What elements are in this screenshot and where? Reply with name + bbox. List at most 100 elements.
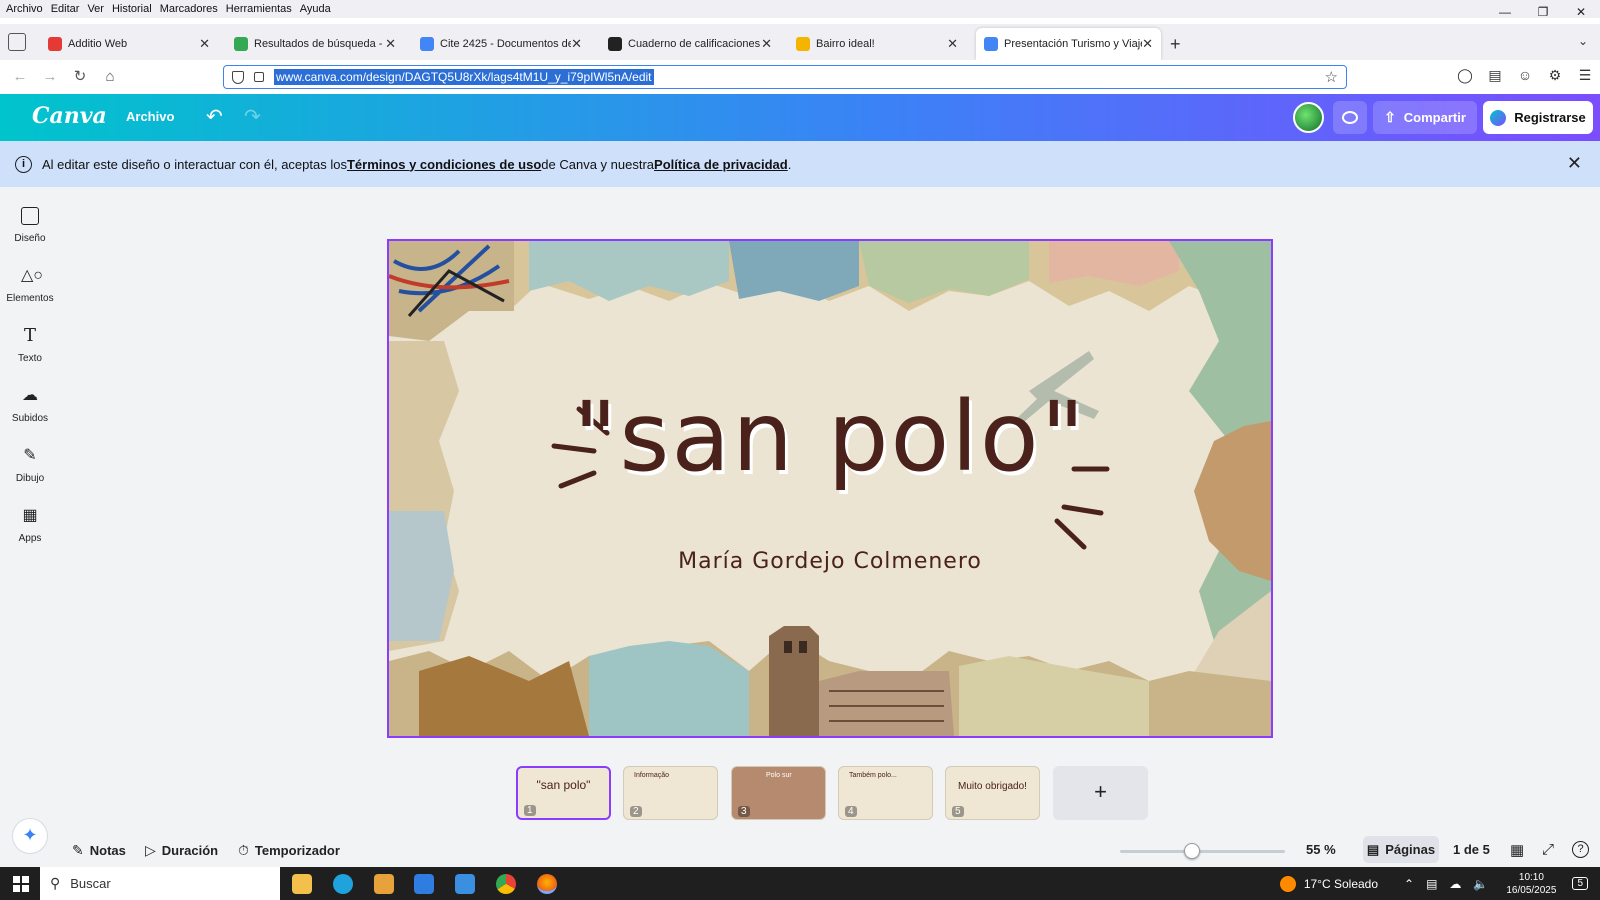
tab-gradebook[interactable]: Cuaderno de calificaciones de 2 ✕ (600, 28, 780, 60)
add-page-button[interactable]: + (1053, 766, 1148, 820)
menu-archivo[interactable]: Archivo (6, 3, 43, 15)
page-thumbnail-1[interactable]: "san polo" 1 (516, 766, 611, 820)
speaker-icon[interactable]: 🔈 (1473, 877, 1488, 891)
page-thumbnail-4[interactable]: Também polo... 4 (838, 766, 933, 820)
page-thumbnail-2[interactable]: Informação 2 (623, 766, 718, 820)
slide-title[interactable]: "san polo" (389, 381, 1271, 493)
bookmark-star-icon[interactable]: ☆ (1325, 68, 1338, 86)
home-icon[interactable]: ⌂ (100, 67, 120, 87)
fullscreen-icon[interactable]: ⤢ (1542, 841, 1554, 858)
chrome-icon[interactable] (496, 874, 516, 894)
back-icon[interactable]: ← (10, 67, 30, 87)
share-button[interactable]: ⇧ Compartir (1373, 101, 1477, 134)
zoom-slider-handle[interactable] (1184, 843, 1200, 859)
magic-sparkle-icon[interactable]: ✦ (12, 818, 48, 854)
chevron-up-icon[interactable]: ⌃ (1404, 877, 1414, 891)
close-tab-icon[interactable]: ✕ (199, 36, 210, 52)
close-tab-icon[interactable]: ✕ (385, 36, 396, 52)
menu-ayuda[interactable]: Ayuda (300, 3, 331, 15)
tab-google-search[interactable]: Resultados de búsqueda - Goo ✕ (226, 28, 404, 60)
close-window-icon[interactable]: ✕ (1562, 0, 1600, 24)
account-icon[interactable]: ☺ (1510, 67, 1540, 84)
comments-button[interactable] (1333, 101, 1367, 134)
share-upload-icon: ⇧ (1384, 109, 1396, 125)
banner-text: Al editar este diseño o interactuar con … (42, 156, 347, 172)
edge-icon[interactable] (333, 874, 353, 894)
privacy-link[interactable]: Política de privacidad (654, 157, 788, 172)
weather-text[interactable]: 17°C Soleado (1304, 877, 1378, 891)
duration-button[interactable]: ▷ Duración (145, 842, 218, 859)
zoom-slider[interactable] (1120, 850, 1285, 853)
firefox-icon[interactable] (537, 874, 557, 894)
tab-canva-presentation[interactable]: Presentación Turismo y Viajes S ✕ (976, 28, 1161, 60)
close-tab-icon[interactable]: ✕ (761, 36, 772, 52)
tab-additio[interactable]: Additio Web ✕ (40, 28, 218, 60)
share-label: Compartir (1403, 110, 1466, 125)
terms-link[interactable]: Términos y condiciones de uso (347, 157, 541, 172)
sidenav-item-uploads[interactable]: ☁ Subidos (0, 387, 60, 424)
close-tab-icon[interactable]: ✕ (571, 36, 582, 52)
windows-start-icon[interactable] (13, 876, 29, 892)
new-tab-icon[interactable]: + (1170, 34, 1181, 55)
pages-button[interactable]: ▤ Páginas (1363, 836, 1439, 863)
notifications-icon[interactable]: 5 (1572, 877, 1588, 890)
close-banner-icon[interactable]: ✕ (1567, 153, 1582, 174)
menu-historial[interactable]: Historial (112, 3, 152, 15)
extensions-icon[interactable]: ⚙ (1540, 67, 1570, 84)
timer-button[interactable]: ⏱ Temporizador (238, 842, 340, 859)
close-tab-icon[interactable]: ✕ (947, 36, 958, 52)
slide-subtitle[interactable]: María Gordejo Colmenero (389, 549, 1271, 574)
sidenav-item-design[interactable]: Diseño (0, 207, 60, 244)
menu-editar[interactable]: Editar (51, 3, 80, 15)
sidenav-item-text[interactable]: T Texto (0, 327, 60, 365)
reader-view-icon[interactable]: ▤ (1480, 67, 1510, 84)
register-label: Registrarse (1514, 110, 1586, 125)
tab-google-docs[interactable]: Cite 2425 - Documentos de Go ✕ (412, 28, 590, 60)
lock-icon[interactable] (254, 72, 264, 82)
store-icon[interactable] (414, 874, 434, 894)
page-thumbnail-5[interactable]: Muito obrigado! 5 (945, 766, 1040, 820)
menu-marcadores[interactable]: Marcadores (160, 3, 218, 15)
page-counter: 1 de 5 (1453, 842, 1490, 857)
search-icon: ⚲ (50, 875, 61, 891)
register-button[interactable]: Registrarse (1483, 101, 1593, 134)
notes-button[interactable]: ✎ Notas (72, 842, 126, 859)
chevron-down-icon[interactable]: ⌄ (1578, 34, 1588, 48)
taskbar-search[interactable]: ⚲ Buscar (40, 867, 280, 900)
canva-logo[interactable]: Canva (32, 103, 107, 129)
tab-bairro-ideal[interactable]: Bairro ideal! ✕ (788, 28, 966, 60)
menu-hamburger-icon[interactable]: ☰ (1570, 67, 1600, 84)
reload-icon[interactable]: ↻ (70, 67, 90, 87)
network-icon[interactable]: ▤ (1426, 877, 1437, 891)
sidenav-item-draw[interactable]: ✎ Dibujo (0, 447, 60, 484)
undo-icon[interactable]: ↶ (206, 104, 223, 129)
help-icon[interactable]: ? (1572, 841, 1589, 858)
archivo-menu-button[interactable]: Archivo (126, 109, 174, 124)
url-bar[interactable]: www.canva.com/design/DAGTQ5U8rXk/lags4tM… (223, 65, 1347, 89)
pocket-icon[interactable]: ◯ (1450, 67, 1480, 84)
menu-herramientas[interactable]: Herramientas (226, 3, 292, 15)
shield-icon[interactable] (232, 70, 244, 84)
avatar[interactable] (1293, 102, 1324, 133)
minimize-icon[interactable]: — (1486, 0, 1524, 24)
slide-canvas[interactable]: "san polo" María Gordejo Colmenero (387, 239, 1273, 738)
close-tab-icon[interactable]: ✕ (1142, 36, 1153, 52)
redo-icon[interactable]: ↷ (244, 104, 261, 129)
cloud-icon[interactable]: ☁ (1449, 877, 1461, 891)
sidenav-item-apps[interactable]: ▦ Apps (0, 507, 60, 544)
sidenav-item-elements[interactable]: △○ Elementos (0, 267, 60, 304)
media-player-icon[interactable] (374, 874, 394, 894)
tab-list-icon[interactable] (8, 33, 26, 51)
url-text[interactable]: www.canva.com/design/DAGTQ5U8rXk/lags4tM… (274, 69, 654, 85)
page-thumbnail-3[interactable]: Polo sur 3 (731, 766, 826, 820)
clock[interactable]: 10:10 16/05/2025 (1506, 871, 1556, 897)
zoom-level[interactable]: 55 % (1306, 842, 1336, 857)
menu-ver[interactable]: Ver (87, 3, 104, 15)
mail-icon[interactable] (455, 874, 475, 894)
file-explorer-icon[interactable] (292, 874, 312, 894)
thumbnail-title: Polo sur (766, 772, 792, 779)
restore-icon[interactable]: ❐ (1524, 0, 1562, 24)
timer-label: Temporizador (254, 843, 340, 858)
grid-view-icon[interactable]: ▦ (1510, 841, 1524, 859)
forward-icon[interactable]: → (40, 67, 60, 87)
